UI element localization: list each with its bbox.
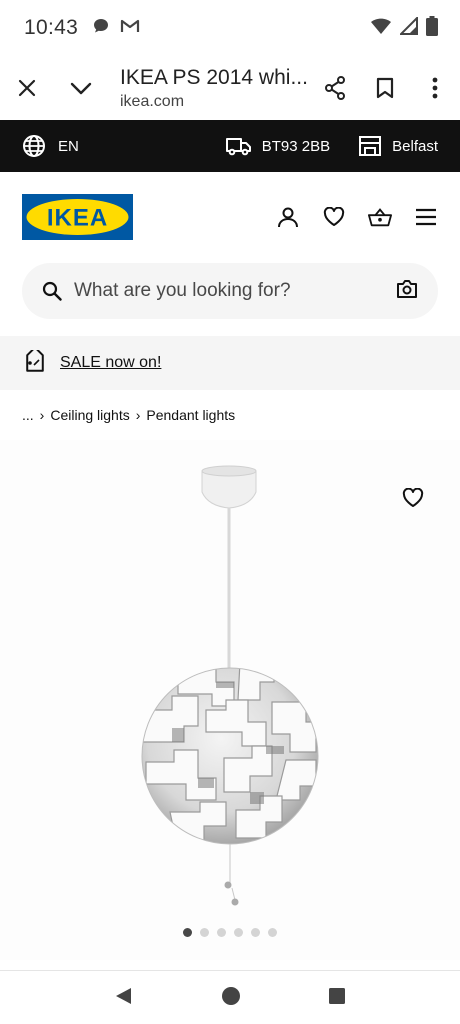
chevron-right-icon: ›	[39, 407, 45, 423]
search-icon	[42, 281, 62, 301]
postcode-label: BT93 2BB	[261, 137, 331, 155]
close-icon	[18, 79, 36, 97]
chat-notification-icon	[92, 17, 110, 40]
delivery-truck-icon	[225, 138, 251, 156]
person-icon	[278, 207, 298, 228]
battery-icon	[426, 15, 438, 41]
site-header: IKEA	[0, 172, 460, 262]
back-triangle-icon	[115, 987, 131, 1004]
chevron-down-icon	[70, 82, 92, 95]
gallery-dot[interactable]	[234, 928, 243, 937]
sale-link[interactable]: SALE now on!	[60, 354, 161, 372]
store-selector-button[interactable]: Belfast	[358, 135, 438, 157]
more-vertical-icon	[432, 77, 438, 99]
browser-url: ikea.com	[120, 92, 185, 110]
search-bar[interactable]: What are you looking for?	[22, 263, 438, 319]
product-image-gallery[interactable]	[0, 440, 460, 960]
gallery-dot[interactable]	[251, 928, 260, 937]
search-input[interactable]: What are you looking for?	[74, 280, 396, 302]
camera-icon	[397, 279, 417, 298]
visual-search-button[interactable]	[396, 279, 418, 304]
cellular-signal-icon	[398, 15, 418, 40]
breadcrumb-item-ceiling-lights[interactable]: Ceiling lights	[50, 407, 129, 423]
chevron-right-icon: ›	[135, 407, 141, 423]
hamburger-menu-icon	[416, 208, 436, 226]
basket-button[interactable]	[368, 205, 392, 229]
gallery-dot[interactable]	[268, 928, 277, 937]
ikea-logo[interactable]: IKEA	[22, 194, 133, 240]
shopping-basket-icon	[368, 208, 392, 227]
pendant-lamp-image	[141, 465, 319, 906]
home-circle-icon	[221, 986, 240, 1005]
breadcrumb-ellipsis[interactable]: ...	[22, 407, 34, 423]
expand-toolbar-button[interactable]	[54, 56, 108, 120]
gallery-dot[interactable]	[183, 928, 192, 937]
divider	[0, 970, 460, 971]
gallery-pagination	[0, 928, 460, 937]
heart-icon	[402, 487, 424, 507]
menu-button[interactable]	[414, 205, 438, 229]
account-button[interactable]	[276, 205, 300, 229]
status-time: 10:43	[24, 16, 79, 39]
favourites-button[interactable]	[322, 205, 346, 229]
gallery-dot[interactable]	[200, 928, 209, 937]
gmail-notification-icon	[120, 18, 140, 39]
language-selector[interactable]: EN	[22, 134, 79, 158]
system-status-icons	[370, 15, 438, 41]
system-navigation-bar	[0, 972, 460, 1024]
share-button[interactable]	[310, 56, 360, 120]
svg-text:IKEA: IKEA	[47, 205, 108, 232]
bookmark-icon	[376, 77, 394, 99]
delivery-postcode-button[interactable]: BT93 2BB	[225, 136, 331, 156]
price-tag-icon	[26, 350, 44, 372]
status-bar: 10:43	[0, 0, 460, 56]
language-label: EN	[58, 137, 79, 155]
sale-banner[interactable]: SALE now on!	[0, 336, 460, 390]
back-button[interactable]	[114, 986, 134, 1011]
browser-page-title: IKEA PS 2014 whi...	[120, 65, 308, 89]
recents-button[interactable]	[328, 987, 346, 1010]
more-options-button[interactable]	[410, 56, 460, 120]
page-title-area[interactable]: IKEA PS 2014 whi... ikea.com	[108, 66, 310, 111]
heart-icon	[323, 207, 345, 226]
share-icon	[325, 76, 345, 100]
recents-square-icon	[329, 987, 346, 1004]
store-icon	[359, 136, 382, 156]
location-bar: EN BT93 2BB Belfast	[0, 120, 460, 172]
home-button[interactable]	[221, 986, 241, 1011]
ikea-logo-graphic: IKEA	[22, 194, 133, 240]
store-label: Belfast	[392, 137, 438, 155]
globe-icon	[23, 135, 45, 157]
breadcrumb-item-pendant-lights[interactable]: Pendant lights	[146, 407, 235, 423]
wifi-icon	[370, 17, 392, 40]
close-tab-button[interactable]	[0, 56, 54, 120]
add-to-favourites-button[interactable]	[402, 487, 426, 512]
bookmark-button[interactable]	[360, 56, 410, 120]
gallery-dot[interactable]	[217, 928, 226, 937]
browser-toolbar: IKEA PS 2014 whi... ikea.com	[0, 56, 460, 120]
notification-icons	[92, 17, 140, 40]
breadcrumb: ... › Ceiling lights › Pendant lights	[22, 407, 235, 423]
